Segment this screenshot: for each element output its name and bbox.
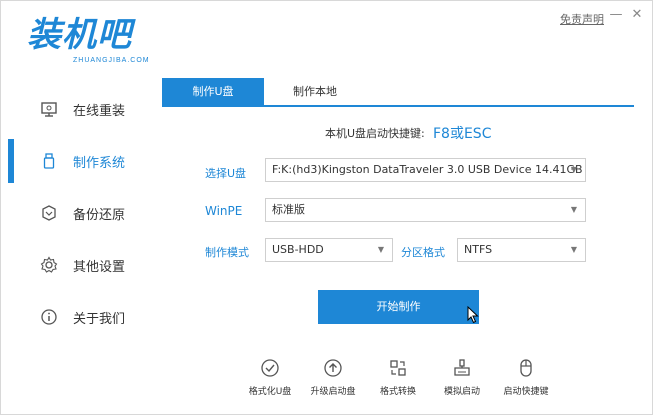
- tab-bar: 制作U盘 制作本地: [162, 78, 634, 107]
- usb-select[interactable]: F:K:(hd3)Kingston DataTraveler 3.0 USB D…: [265, 158, 586, 182]
- check-circle-icon: [261, 359, 279, 377]
- winpe-select-value: 标准版: [272, 203, 305, 216]
- sidebar-item-label: 制作系统: [73, 155, 126, 171]
- logo-subtitle: ZHUANGJIBA.COM: [73, 57, 150, 64]
- tool-label: 启动快捷键: [503, 387, 549, 397]
- sidebar-item-about-us[interactable]: 关于我们: [1, 295, 153, 339]
- tool-format-convert[interactable]: 格式转换: [365, 358, 429, 402]
- fs-select-value: NTFS: [464, 243, 493, 256]
- tab-make-local[interactable]: 制作本地: [264, 78, 366, 105]
- tool-upgrade-boot[interactable]: 升级启动盘: [300, 358, 364, 402]
- disclaimer-link[interactable]: 免责声明: [560, 11, 604, 27]
- tab-make-usb[interactable]: 制作U盘: [162, 78, 264, 105]
- chevron-down-icon: ▼: [377, 245, 384, 254]
- mode-label: 制作模式: [205, 246, 249, 259]
- start-make-button[interactable]: 开始制作: [318, 290, 479, 324]
- tool-label: 升级启动盘: [310, 387, 356, 397]
- backup-icon: [42, 205, 56, 221]
- tool-label: 模拟启动: [443, 387, 480, 397]
- fs-select[interactable]: NTFS ▼: [457, 238, 586, 262]
- tool-format-usb[interactable]: 格式化U盘: [237, 358, 301, 402]
- logo-text: 装机吧: [27, 15, 132, 55]
- usb-select-label: 选择U盘: [205, 167, 247, 180]
- app-window: 装机吧 ZHUANGJIBA.COM 免责声明 — ✕ 在线重装 制作系统 备份…: [0, 0, 653, 415]
- mouse-cursor-icon: [467, 306, 479, 324]
- fs-label: 分区格式: [401, 246, 445, 259]
- tool-label: 格式化U盘: [248, 387, 292, 397]
- sidebar-item-label: 备份还原: [73, 207, 126, 223]
- sidebar-item-label: 其他设置: [73, 259, 126, 275]
- sidebar-item-label: 在线重装: [73, 103, 126, 119]
- sidebar-item-label: 关于我们: [73, 311, 126, 327]
- winpe-label: WinPE: [205, 204, 243, 218]
- usb-select-value: F:K:(hd3)Kingston DataTraveler 3.0 USB D…: [272, 163, 583, 176]
- usb-icon: [43, 153, 55, 169]
- sidebar-item-make-system[interactable]: 制作系统: [1, 139, 153, 183]
- chevron-down-icon: ▼: [570, 205, 577, 214]
- close-button[interactable]: ✕: [629, 7, 645, 23]
- tool-boot-hotkey[interactable]: 启动快捷键: [493, 358, 557, 402]
- mouse-icon: [520, 359, 532, 377]
- gear-icon: [40, 256, 58, 273]
- sidebar-item-backup-restore[interactable]: 备份还原: [1, 191, 153, 235]
- hotkey-value: F8或ESC: [433, 126, 492, 142]
- monitor-icon: [41, 102, 57, 117]
- active-indicator: [8, 139, 14, 183]
- chevron-down-icon: ▼: [570, 165, 577, 174]
- tool-simulate-boot[interactable]: 模拟启动: [429, 358, 493, 402]
- tool-label: 格式转换: [379, 387, 416, 397]
- hotkey-label: 本机U盘启动快捷键:: [325, 127, 425, 140]
- simulate-icon: [454, 359, 470, 376]
- mode-select-value: USB-HDD: [272, 243, 324, 256]
- minimize-button[interactable]: —: [608, 7, 624, 23]
- mode-select[interactable]: USB-HDD ▼: [265, 238, 393, 262]
- sidebar-item-other-settings[interactable]: 其他设置: [1, 243, 153, 287]
- upload-circle-icon: [324, 359, 342, 377]
- sidebar: 在线重装 制作系统 备份还原 其他设置 关于我们: [1, 83, 153, 373]
- winpe-select[interactable]: 标准版 ▼: [265, 198, 586, 222]
- convert-icon: [390, 360, 406, 376]
- sidebar-item-online-reinstall[interactable]: 在线重装: [1, 87, 153, 131]
- logo: 装机吧 ZHUANGJIBA.COM: [27, 15, 150, 73]
- chevron-down-icon: ▼: [570, 245, 577, 254]
- info-icon: [41, 309, 57, 325]
